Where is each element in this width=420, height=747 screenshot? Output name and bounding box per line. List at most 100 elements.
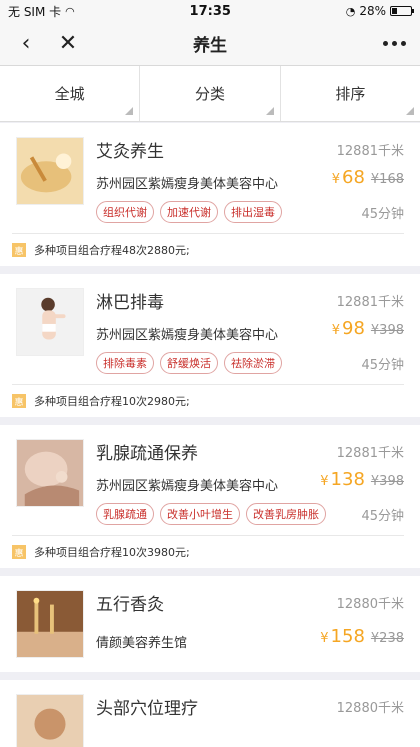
card-top: 淋巴排毒 12881千米 苏州园区紫嫣瘦身美体美容中心 ¥98 ¥398 排除毒… <box>16 288 404 374</box>
battery-percent: 28% <box>359 4 386 18</box>
nav-left: ‹ ✕ <box>14 32 80 55</box>
title-row: 艾灸养生 12881千米 <box>96 137 404 162</box>
discount-badge-icon: 惠 <box>12 545 26 559</box>
more-icon[interactable] <box>383 41 406 46</box>
price-box: ¥138 ¥398 <box>320 469 404 490</box>
old-price: ¥168 <box>370 171 404 187</box>
price-box: ¥98 ¥398 <box>332 318 404 339</box>
price-value: 158 <box>330 625 365 647</box>
card-top: 头部穴位理疗 12880千米 <box>16 694 404 747</box>
distance: 12881千米 <box>336 295 404 310</box>
discount-badge-icon: 惠 <box>12 394 26 408</box>
orientation-lock-icon: ◔ <box>345 4 356 18</box>
card-top: 艾灸养生 12881千米 苏州园区紫嫣瘦身美体美容中心 ¥68 ¥168 组织代… <box>16 137 404 223</box>
tags-row: 组织代谢 加速代谢 排出湿毒 45分钟 <box>96 192 404 223</box>
card-info: 艾灸养生 12881千米 苏州园区紫嫣瘦身美体美容中心 ¥68 ¥168 组织代… <box>96 137 404 223</box>
filter-category[interactable]: 分类 <box>140 66 281 121</box>
shop-row: 倩颜美容养生馆 ¥158 ¥238 <box>96 621 404 652</box>
price: ¥98 <box>332 318 365 339</box>
old-price: ¥398 <box>370 322 404 338</box>
caret-icon <box>405 107 414 115</box>
price-value: 98 <box>342 317 365 339</box>
promo-text: 多种项目组合疗程10次2980元; <box>34 395 190 408</box>
chevron-left-icon[interactable]: ‹ <box>14 32 38 55</box>
card-info: 淋巴排毒 12881千米 苏州园区紫嫣瘦身美体美容中心 ¥98 ¥398 排除毒… <box>96 288 404 374</box>
card-top: 乳腺疏通保养 12881千米 苏州园区紫嫣瘦身美体美容中心 ¥138 ¥398 … <box>16 439 404 525</box>
service-image <box>16 288 84 356</box>
service-image <box>16 590 84 658</box>
shop-name: 倩颜美容养生馆 <box>96 636 188 651</box>
tag: 加速代谢 <box>160 201 218 223</box>
service-card[interactable]: 艾灸养生 12881千米 苏州园区紫嫣瘦身美体美容中心 ¥68 ¥168 组织代… <box>0 123 420 266</box>
tag: 排出湿毒 <box>224 201 282 223</box>
currency: ¥ <box>331 171 340 187</box>
battery-icon <box>389 6 414 16</box>
service-card[interactable]: 乳腺疏通保养 12881千米 苏州园区紫嫣瘦身美体美容中心 ¥138 ¥398 … <box>0 425 420 568</box>
price: ¥138 <box>320 469 365 490</box>
title-row: 乳腺疏通保养 12881千米 <box>96 439 404 464</box>
shop-name: 苏州园区紫嫣瘦身美体美容中心 <box>96 328 279 343</box>
close-icon[interactable]: ✕ <box>56 32 80 55</box>
tag-list: 乳腺疏通 改善小叶增生 改善乳房肿胀 <box>96 503 326 525</box>
tags-row: 乳腺疏通 改善小叶增生 改善乳房肿胀 45分钟 <box>96 494 404 525</box>
status-time: 17:35 <box>189 3 231 19</box>
service-card[interactable]: 头部穴位理疗 12880千米 <box>0 680 420 747</box>
currency: ¥ <box>331 322 340 338</box>
filter-bar: 全城 分类 排序 <box>0 66 420 122</box>
tag: 舒缓焕活 <box>160 352 218 374</box>
tag-list: 排除毒素 舒缓焕活 祛除淤滞 <box>96 352 282 374</box>
service-title: 淋巴排毒 <box>96 293 164 313</box>
service-title: 头部穴位理疗 <box>96 699 198 719</box>
head-therapy-image <box>17 695 83 747</box>
card-info: 头部穴位理疗 12880千米 <box>96 694 404 747</box>
service-title: 五行香灸 <box>96 595 164 615</box>
tag: 改善小叶增生 <box>160 503 240 525</box>
massage-image <box>17 440 83 506</box>
caret-icon <box>125 107 134 115</box>
tag: 祛除淤滞 <box>224 352 282 374</box>
currency: ¥ <box>320 473 329 489</box>
old-price: ¥398 <box>370 473 404 489</box>
promo-row: 惠 多种项目组合疗程10次3980元; <box>12 535 404 568</box>
tag: 改善乳房肿胀 <box>246 503 326 525</box>
price-value: 138 <box>330 468 365 490</box>
filter-label: 全城 <box>54 85 85 103</box>
distance: 12881千米 <box>336 446 404 461</box>
distance: 12880千米 <box>336 597 404 612</box>
model-image <box>17 289 83 355</box>
promo-text: 多种项目组合疗程48次2880元; <box>34 244 190 257</box>
service-card[interactable]: 淋巴排毒 12881千米 苏州园区紫嫣瘦身美体美容中心 ¥98 ¥398 排除毒… <box>0 274 420 417</box>
shop-row: 苏州园区紫嫣瘦身美体美容中心 ¥68 ¥168 <box>96 162 404 193</box>
distance: 12880千米 <box>336 701 404 716</box>
price: ¥158 <box>320 626 365 647</box>
shop-name: 苏州园区紫嫣瘦身美体美容中心 <box>96 479 279 494</box>
tag-list: 组织代谢 加速代谢 排出湿毒 <box>96 201 282 223</box>
price-box: ¥158 ¥238 <box>320 626 404 647</box>
old-price: ¥238 <box>370 630 404 646</box>
duration: 45分钟 <box>361 206 404 222</box>
tags-row: 排除毒素 舒缓焕活 祛除淤滞 45分钟 <box>96 343 404 374</box>
service-title: 艾灸养生 <box>96 142 164 162</box>
more-dot <box>401 41 406 46</box>
tag: 排除毒素 <box>96 352 154 374</box>
shop-name: 苏州园区紫嫣瘦身美体美容中心 <box>96 177 279 192</box>
title-row: 五行香灸 12880千米 <box>96 590 404 615</box>
battery-fill <box>391 8 398 14</box>
title-row: 淋巴排毒 12881千米 <box>96 288 404 313</box>
carrier-label: 无 SIM 卡 <box>8 4 62 19</box>
more-dot <box>383 41 388 46</box>
filter-sort[interactable]: 排序 <box>281 66 420 121</box>
filter-label: 排序 <box>335 85 366 103</box>
tag: 乳腺疏通 <box>96 503 154 525</box>
filter-city[interactable]: 全城 <box>0 66 141 121</box>
incense-image <box>17 591 83 657</box>
distance: 12881千米 <box>336 144 404 159</box>
service-image <box>16 694 84 747</box>
status-left: 无 SIM 卡 ◠ <box>8 3 75 20</box>
tag: 组织代谢 <box>96 201 154 223</box>
promo-text: 多种项目组合疗程10次3980元; <box>34 546 190 559</box>
service-list: 艾灸养生 12881千米 苏州园区紫嫣瘦身美体美容中心 ¥68 ¥168 组织代… <box>0 123 420 747</box>
duration: 45分钟 <box>361 357 404 373</box>
service-card[interactable]: 五行香灸 12880千米 倩颜美容养生馆 ¥158 ¥238 <box>0 576 420 672</box>
wifi-icon: ◠ <box>65 4 75 18</box>
